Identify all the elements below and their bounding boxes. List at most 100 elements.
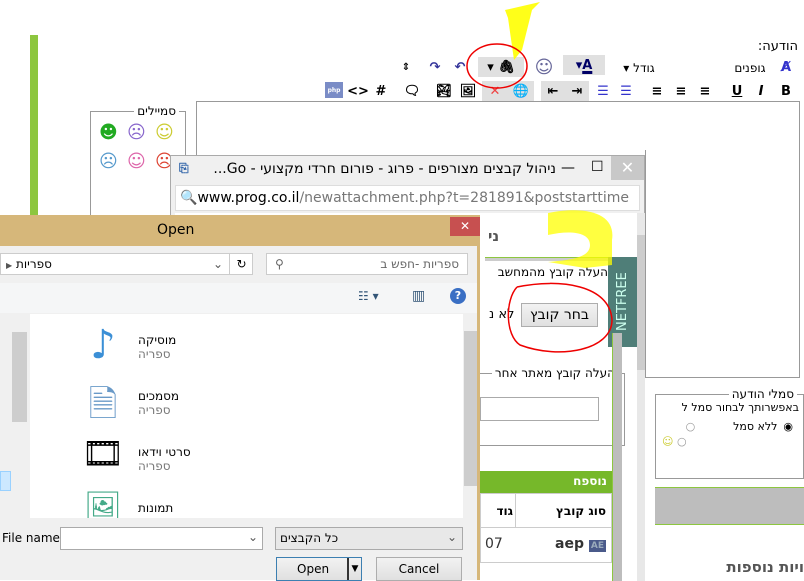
post-icons-fieldset: סמלי הודעה באפשרותך לבחור סמל ל ◉ ללא סמל…: [655, 387, 804, 479]
file-name-label: File name:: [2, 531, 64, 545]
quote-icon[interactable]: 🗨: [402, 81, 422, 101]
tongue-smiley-icon[interactable]: ☺: [127, 151, 149, 172]
no-icon-radio[interactable]: ◉: [783, 420, 793, 433]
close-button[interactable]: ✕: [611, 156, 644, 180]
icon-radio[interactable]: ○: [686, 420, 696, 433]
library-item-videos[interactable]: 🎞 סרטי וידאו ספריה: [78, 434, 191, 484]
search-placeholder: ספריות -חפש ב: [380, 257, 459, 271]
remove-format-icon[interactable]: A̸: [776, 57, 796, 77]
indent-icon[interactable]: ⇥: [565, 81, 589, 101]
file-name-input[interactable]: ⌄: [60, 527, 263, 550]
popup-titlebar: ⎘ ניהול קבצים מצורפים - פרוג - פורום חרד…: [171, 156, 644, 184]
smile-smiley-icon[interactable]: ☺: [155, 122, 177, 143]
unlink-icon[interactable]: ✕: [482, 81, 508, 101]
library-item-pictures[interactable]: 🖼 תמונותספריה: [78, 490, 173, 518]
ae-icon: AE: [588, 540, 606, 552]
sad-smiley-icon[interactable]: ☹: [127, 122, 149, 143]
breadcrumb-dropdown-icon[interactable]: ⌄: [213, 254, 223, 274]
smile-icon-radio[interactable]: ○: [677, 435, 687, 448]
breadcrumb-bar[interactable]: ▶ ספריות ⌄ ↻: [0, 253, 253, 275]
upload-url-legend: העלה קובץ מאתר אחר: [494, 366, 615, 380]
music-library-icon: ♪: [90, 322, 116, 368]
attach-button[interactable]: ▾ 🖇: [478, 57, 524, 77]
confused-smiley-icon[interactable]: ☹: [99, 151, 121, 172]
yellow-mark-top: [505, 2, 540, 60]
nav-pane-scrollbar[interactable]: [12, 314, 27, 518]
help-icon[interactable]: ?: [450, 288, 466, 304]
file-type-text: aep: [555, 536, 584, 552]
message-textarea-right[interactable]: [645, 150, 800, 378]
videos-library-icon: 🎞: [81, 434, 125, 474]
outdent-icon[interactable]: ⇤: [541, 81, 565, 101]
grin-smiley-icon[interactable]: ☻: [99, 122, 121, 143]
ordered-list-icon[interactable]: ☰: [617, 81, 635, 101]
no-file-chosen: לא נ: [489, 307, 515, 322]
cancel-button[interactable]: Cancel: [376, 557, 462, 581]
insert-image-icon[interactable]: 🏞: [433, 81, 455, 101]
file-list-scrollbar[interactable]: [464, 314, 477, 518]
open-file-dialog: Open ✕ ▶ ספריות ⌄ ↻ ספריות -חפש ב ⚲ ☷ ▾ ▥…: [0, 215, 480, 581]
view-options-icon[interactable]: ☷ ▾: [358, 289, 379, 303]
library-item-documents[interactable]: 🗎 מסמכים ספריה: [78, 378, 180, 428]
message-textarea[interactable]: [196, 101, 800, 156]
open-button[interactable]: Open ▼: [276, 557, 362, 581]
options-bar: [655, 487, 804, 525]
popup-title: ניהול קבצים מצורפים - פרוג - פורום חרדי …: [213, 161, 556, 177]
link-icon[interactable]: 🌐: [508, 81, 534, 101]
open-dropdown-icon[interactable]: ▼: [347, 558, 361, 580]
breadcrumb: ספריות: [15, 257, 52, 271]
url-host: www.prog.co.il: [197, 190, 300, 206]
preview-pane-icon[interactable]: ▥: [412, 288, 425, 304]
search-input[interactable]: ספריות -חפש ב ⚲: [266, 253, 468, 275]
underline-button[interactable]: U: [728, 81, 746, 101]
library-name: מסמכים: [138, 389, 180, 403]
table-row: aep AE 07: [480, 527, 612, 563]
smiley-icon[interactable]: ☺: [533, 57, 555, 78]
bold-button[interactable]: B: [776, 81, 796, 101]
font-color-button[interactable]: ▾ A: [563, 55, 605, 75]
ie-icon: ⎘: [179, 161, 189, 175]
heading-green-line: [485, 257, 610, 261]
hash-button[interactable]: #: [372, 81, 390, 101]
php-button[interactable]: php: [325, 82, 343, 98]
library-item-music[interactable]: ♪ מוסיקה ספריה: [78, 322, 176, 372]
file-type-filter[interactable]: כל הקבצים ⌄: [275, 527, 463, 550]
align-left-icon[interactable]: ≡: [648, 81, 666, 101]
resize-icon[interactable]: ⇕: [398, 57, 414, 77]
nav-selected-item[interactable]: [0, 471, 11, 491]
bullet-list-icon[interactable]: ☰: [594, 81, 612, 101]
font-dropdown[interactable]: גופנים: [728, 58, 772, 78]
size-dropdown[interactable]: גודל ▾: [614, 58, 664, 78]
library-kind: ספריה: [138, 515, 173, 518]
image-icon[interactable]: 🖼: [457, 81, 479, 101]
more-options-heading: ויות נוספות: [726, 558, 804, 576]
library-name: סרטי וידאו: [138, 445, 191, 459]
code-button[interactable]: <>: [347, 81, 369, 101]
address-bar[interactable]: 🔍www.prog.co.il/newattachment.php?t=2818…: [175, 185, 640, 211]
netfree-label: NETFREE: [615, 272, 630, 332]
documents-library-icon: 🗎: [88, 384, 118, 425]
dialog-body: ▶ ספריות ⌄ ↻ ספריות -חפש ב ⚲ ☷ ▾ ▥ ? ♪ מוס…: [0, 246, 477, 581]
dialog-close-button[interactable]: ✕: [450, 217, 480, 236]
choose-file-button[interactable]: בחר קובץ: [521, 303, 598, 327]
minimize-button[interactable]: —: [561, 160, 575, 176]
undo-icon[interactable]: ↶: [450, 57, 470, 77]
search-icon: ⚲: [275, 257, 284, 271]
breadcrumb-arrow-icon: ▶: [6, 261, 13, 270]
upload-local-label: העלה קובץ מהמחשב: [497, 265, 608, 279]
post-icons-legend: סמלי הודעה: [731, 387, 794, 401]
italic-button[interactable]: I: [752, 81, 770, 101]
align-center-icon[interactable]: ≡: [672, 81, 690, 101]
popup-side-rail: [612, 333, 622, 581]
attachments-table-header: נוספח: [480, 471, 612, 493]
refresh-button[interactable]: ↻: [229, 254, 253, 274]
popup-scrollbar[interactable]: [637, 213, 645, 581]
post-icons-hint: באפשרותך לבחור סמל ל: [681, 401, 799, 414]
upload-url-input[interactable]: [480, 397, 599, 421]
smilies-legend: סמיילים: [137, 104, 176, 118]
redo-icon[interactable]: ↷: [425, 57, 445, 77]
smile-post-icon: ☺: [662, 435, 674, 448]
library-name: תמונות: [138, 501, 174, 515]
maximize-button[interactable]: ☐: [591, 159, 604, 175]
align-right-icon[interactable]: ≡: [696, 81, 714, 101]
